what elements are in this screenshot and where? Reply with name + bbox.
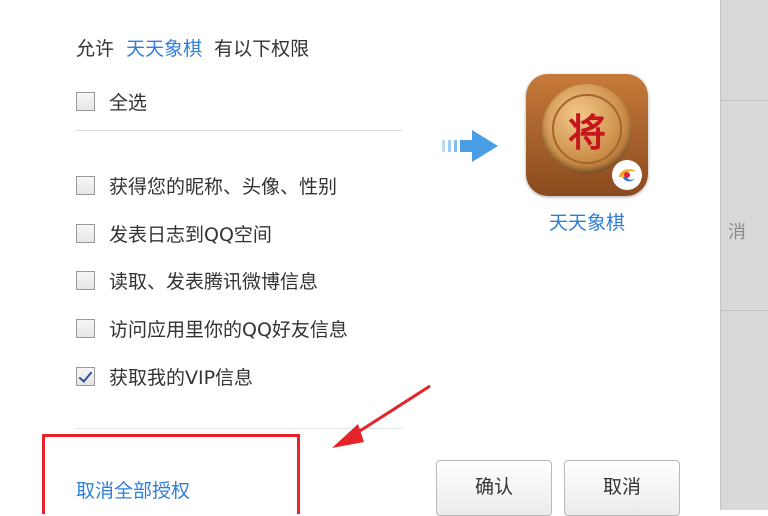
app-name-label: 天天象棋	[548, 212, 625, 234]
chinese-chess-icon: 将	[542, 84, 632, 174]
permission-label: 读取、发表腾讯微博信息	[109, 270, 319, 293]
background-line	[721, 100, 768, 101]
select-all-label: 全选	[109, 91, 148, 114]
allow-prefix: 允许	[76, 38, 115, 60]
permission-item-vip[interactable]: 获取我的VIP信息	[76, 363, 253, 389]
confirm-button[interactable]: 确认	[436, 460, 552, 516]
permission-label: 获得您的昵称、头像、性别	[109, 175, 338, 198]
permission-item-weibo[interactable]: 读取、发表腾讯微博信息	[76, 267, 318, 293]
authorization-dialog: 允许 天天象棋 有以下权限 全选 获得您的昵称、头像、性别 发表日志到QQ空间 …	[0, 0, 720, 516]
background-line	[721, 310, 768, 311]
app-icon: 将	[526, 74, 648, 196]
permission-checkbox[interactable]	[76, 175, 95, 195]
permission-checkbox[interactable]	[76, 270, 95, 290]
cancel-all-authorization-link[interactable]: 取消全部授权	[76, 476, 190, 503]
permission-label: 访问应用里你的QQ好友信息	[109, 318, 348, 341]
permission-label: 发表日志到QQ空间	[109, 223, 272, 246]
select-all-checkbox[interactable]	[76, 91, 95, 111]
divider	[76, 130, 402, 131]
tencent-games-logo-icon	[612, 160, 642, 190]
red-arrow-icon	[332, 384, 431, 448]
permission-item-friends[interactable]: 访问应用里你的QQ好友信息	[76, 315, 348, 341]
permission-item-profile[interactable]: 获得您的昵称、头像、性别	[76, 172, 337, 198]
allow-suffix: 有以下权限	[214, 38, 310, 60]
cancel-button[interactable]: 取消	[564, 460, 680, 516]
background-text-fragment: 消	[728, 222, 746, 243]
permission-item-qzone[interactable]: 发表日志到QQ空间	[76, 220, 272, 246]
background-panel	[720, 0, 768, 510]
select-all-row[interactable]: 全选	[76, 88, 147, 114]
permission-checkbox[interactable]	[76, 223, 95, 243]
app-name-link[interactable]: 天天象棋	[126, 38, 202, 60]
chess-piece-char: 将	[552, 94, 622, 164]
permission-checkbox[interactable]	[76, 318, 95, 338]
permission-label: 获取我的VIP信息	[109, 366, 254, 389]
permission-header: 允许 天天象棋 有以下权限	[76, 34, 309, 61]
blue-arrow-icon	[442, 130, 498, 162]
permission-checkbox-checked[interactable]	[76, 366, 95, 386]
